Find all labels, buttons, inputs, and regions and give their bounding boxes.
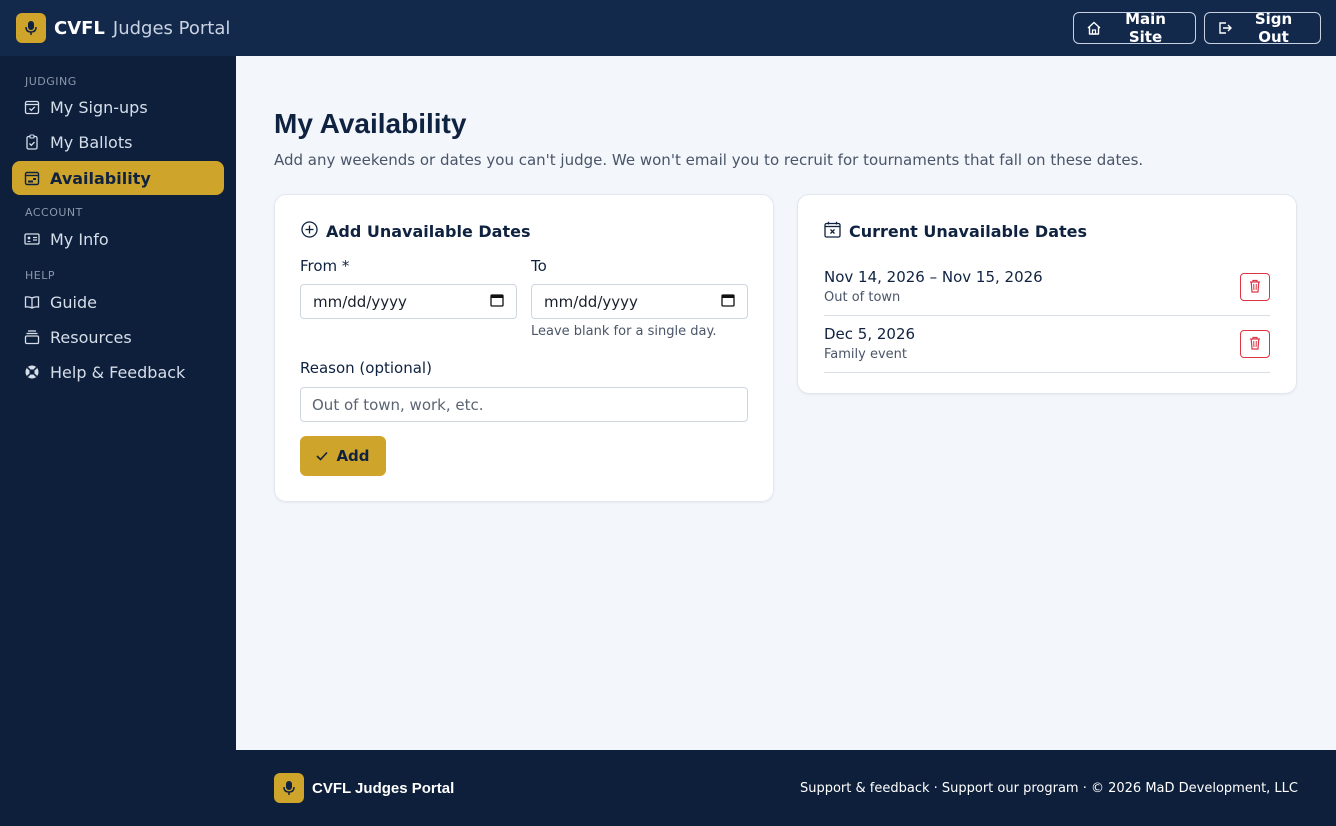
sidebar-item-label: My Info bbox=[50, 229, 109, 249]
add-card-title-text: Add Unavailable Dates bbox=[326, 222, 531, 241]
add-button-label: Add bbox=[336, 447, 370, 465]
sidebar-section-account: ACCOUNT bbox=[25, 206, 83, 219]
delete-date-button[interactable] bbox=[1240, 273, 1270, 301]
sidebar-item-label: Help & Feedback bbox=[50, 362, 186, 382]
add-unavailable-dates-card: Add Unavailable Dates From * mm/dd/yyyy … bbox=[274, 194, 774, 502]
sidebar-item-label: Guide bbox=[50, 292, 97, 312]
from-date-value: mm/dd/yyyy bbox=[313, 292, 407, 311]
from-date-input[interactable]: mm/dd/yyyy bbox=[300, 284, 517, 319]
sidebar-item-label: My Ballots bbox=[50, 132, 133, 152]
reason-input[interactable] bbox=[300, 387, 748, 422]
sidebar-section-help: HELP bbox=[25, 269, 55, 282]
date-reason: Family event bbox=[824, 347, 907, 362]
delete-date-button[interactable] bbox=[1240, 330, 1270, 358]
id-card-icon bbox=[24, 231, 40, 247]
main-content: My Availability Add any weekends or date… bbox=[236, 56, 1336, 750]
date-reason: Out of town bbox=[824, 290, 901, 305]
current-unavailable-dates-card: Current Unavailable Dates Nov 14, 2026 –… bbox=[797, 194, 1297, 394]
sign-out-button[interactable]: Sign Out bbox=[1204, 10, 1321, 46]
sidebar-item-help-feedback[interactable]: Help & Feedback bbox=[12, 355, 224, 389]
sidebar-item-my-sign-ups[interactable]: My Sign-ups bbox=[12, 90, 224, 124]
date-range: Dec 5, 2026 bbox=[824, 325, 916, 343]
footer-brand[interactable]: CVFL Judges Portal bbox=[274, 773, 454, 803]
current-card-title-text: Current Unavailable Dates bbox=[849, 222, 1088, 241]
clipboard-check-icon bbox=[24, 134, 40, 150]
calendar-icon[interactable] bbox=[721, 293, 735, 311]
sidebar-item-label: My Sign-ups bbox=[50, 97, 148, 117]
book-icon bbox=[24, 294, 40, 310]
main-site-label: Main Site bbox=[1125, 10, 1166, 46]
sidebar-item-availability[interactable]: Availability bbox=[12, 161, 224, 195]
top-bar: CVFL Judges Portal Main Site Sign Out bbox=[0, 0, 1336, 56]
to-label: To bbox=[531, 257, 547, 275]
add-button[interactable]: Add bbox=[300, 436, 386, 476]
sidebar-item-my-ballots[interactable]: My Ballots bbox=[12, 125, 224, 159]
calendar-week-icon bbox=[24, 170, 40, 186]
to-date-input[interactable]: mm/dd/yyyy bbox=[531, 284, 748, 319]
sidebar: JUDGING My Sign-ups My Ballots Availabil… bbox=[0, 56, 236, 826]
collection-icon bbox=[24, 329, 40, 345]
list-item: Dec 5, 2026 Family event bbox=[824, 316, 1270, 373]
calendar-icon[interactable] bbox=[490, 293, 504, 311]
reason-label: Reason (optional) bbox=[300, 359, 432, 377]
microphone-icon bbox=[16, 13, 46, 43]
calendar-x-icon bbox=[824, 221, 841, 242]
sign-out-icon bbox=[1217, 20, 1233, 36]
page-subtitle: Add any weekends or dates you can't judg… bbox=[274, 151, 1144, 169]
list-item: Nov 14, 2026 – Nov 15, 2026 Out of town bbox=[824, 259, 1270, 316]
current-card-title: Current Unavailable Dates bbox=[824, 221, 1270, 242]
sidebar-item-resources[interactable]: Resources bbox=[12, 320, 224, 354]
main-site-button[interactable]: Main Site bbox=[1073, 10, 1196, 46]
sidebar-item-guide[interactable]: Guide bbox=[12, 285, 224, 319]
plus-circle-icon bbox=[301, 221, 318, 242]
brand[interactable]: CVFL Judges Portal bbox=[16, 13, 230, 43]
sidebar-section-judging: JUDGING bbox=[25, 75, 77, 88]
sign-out-label: Sign Out bbox=[1254, 10, 1293, 46]
brand-subtitle: Judges Portal bbox=[112, 17, 231, 39]
trash-icon bbox=[1249, 336, 1261, 353]
add-card-title: Add Unavailable Dates bbox=[301, 221, 747, 242]
house-icon bbox=[1086, 20, 1102, 36]
from-label: From * bbox=[300, 257, 350, 275]
sidebar-item-my-info[interactable]: My Info bbox=[12, 222, 224, 256]
trash-icon bbox=[1249, 279, 1261, 296]
footer-brand-text: CVFL Judges Portal bbox=[312, 779, 455, 797]
check-icon bbox=[316, 447, 329, 465]
life-preserver-icon bbox=[24, 364, 40, 380]
to-date-hint: Leave blank for a single day. bbox=[531, 324, 717, 339]
sidebar-item-label: Availability bbox=[50, 168, 151, 188]
footer: CVFL Judges Portal Support & feedback · … bbox=[236, 750, 1336, 826]
date-range: Nov 14, 2026 – Nov 15, 2026 bbox=[824, 268, 1043, 286]
page-title: My Availability bbox=[274, 108, 467, 139]
calendar-check-icon bbox=[24, 99, 40, 115]
brand-name: CVFL bbox=[54, 17, 105, 39]
sidebar-item-label: Resources bbox=[50, 327, 132, 347]
unavailable-dates-list: Nov 14, 2026 – Nov 15, 2026 Out of town … bbox=[824, 259, 1270, 373]
to-date-value: mm/dd/yyyy bbox=[544, 292, 638, 311]
microphone-icon bbox=[274, 773, 304, 803]
footer-links[interactable]: Support & feedback · Support our program… bbox=[800, 781, 1298, 796]
